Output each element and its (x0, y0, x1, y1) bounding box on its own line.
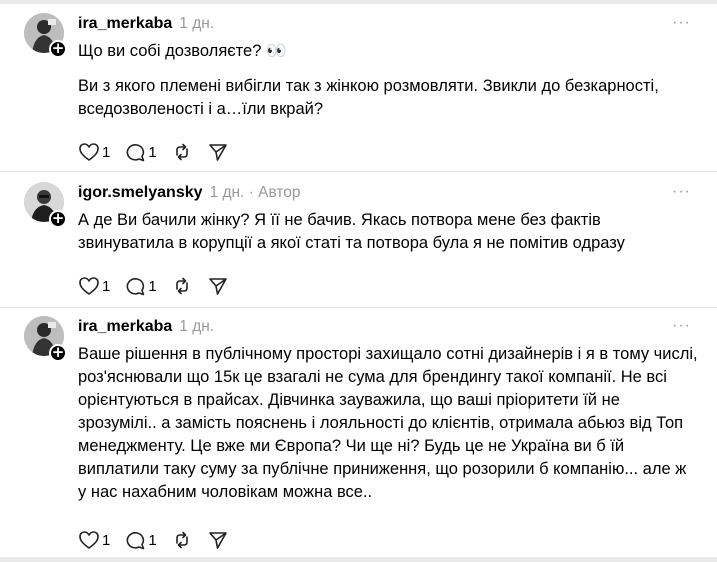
repost-icon (175, 531, 188, 549)
post-actions: 1 1 (78, 141, 243, 163)
divider (0, 307, 717, 308)
share-icon (208, 532, 227, 549)
share-button[interactable] (207, 276, 229, 296)
share-icon (208, 278, 227, 295)
share-button[interactable] (207, 530, 229, 550)
post-actions: 1 1 (78, 529, 243, 551)
username[interactable]: ira_merkaba (78, 15, 172, 32)
follow-plus-icon[interactable]: + (49, 40, 67, 58)
post-meta: 1 дн. (179, 15, 215, 32)
bottom-divider (0, 557, 717, 562)
like-count: 1 (102, 531, 111, 549)
like-count: 1 (102, 143, 111, 161)
username[interactable]: ira_merkaba (78, 318, 172, 335)
post-actions: 1 1 (78, 275, 243, 297)
paragraph: Що ви собі дозволяєте? 👀 (78, 42, 287, 60)
post-header: igor.smelyansky 1 дн. · Автор (78, 184, 301, 202)
username[interactable]: igor.smelyansky (78, 184, 203, 201)
post-text: Ваше рішення в публічному просторі захищ… (78, 343, 698, 504)
comment-icon (126, 278, 145, 296)
share-icon (208, 144, 227, 161)
reply-button[interactable]: 1 (124, 530, 157, 550)
more-options-button[interactable]: ··· (672, 317, 691, 335)
repost-button[interactable] (171, 530, 193, 550)
more-options-button[interactable]: ··· (672, 14, 691, 32)
like-button[interactable]: 1 (78, 276, 110, 296)
post-header: ira_merkaba 1 дн. (78, 15, 214, 33)
like-button[interactable]: 1 (78, 530, 110, 550)
repost-icon (175, 277, 188, 295)
reply-count: 1 (148, 277, 157, 295)
post-meta: 1 дн. (179, 318, 215, 335)
paragraph: Ви з якого племені вибігли так з жінкою … (78, 77, 659, 118)
comment-icon (126, 532, 145, 550)
post-text: Що ви собі дозволяєте? 👀 Ви з якого плем… (78, 40, 698, 121)
top-divider (0, 0, 717, 4)
repost-button[interactable] (171, 276, 193, 296)
like-count: 1 (102, 277, 111, 295)
paragraph: А де Ви бачили жінку? Я її не бачив. Яка… (78, 211, 625, 252)
repost-icon (175, 143, 188, 161)
post-meta: 1 дн. · Автор (209, 184, 301, 201)
follow-plus-icon[interactable]: + (49, 344, 67, 362)
reply-count: 1 (148, 143, 157, 161)
heart-icon (79, 277, 99, 295)
heart-icon (79, 143, 99, 161)
reply-button[interactable]: 1 (124, 276, 157, 296)
share-button[interactable] (207, 142, 229, 162)
repost-button[interactable] (171, 142, 193, 162)
reply-button[interactable]: 1 (124, 142, 157, 162)
post-header: ira_merkaba 1 дн. (78, 318, 214, 336)
like-button[interactable]: 1 (78, 142, 110, 162)
comment-icon (126, 144, 145, 162)
follow-plus-icon[interactable]: + (49, 210, 67, 228)
reply-count: 1 (148, 531, 157, 549)
more-options-button[interactable]: ··· (672, 183, 691, 201)
divider (0, 171, 717, 172)
post-text: А де Ви бачили жінку? Я її не бачив. Яка… (78, 209, 698, 255)
heart-icon (79, 531, 99, 549)
paragraph: Ваше рішення в публічному просторі захищ… (78, 345, 698, 501)
